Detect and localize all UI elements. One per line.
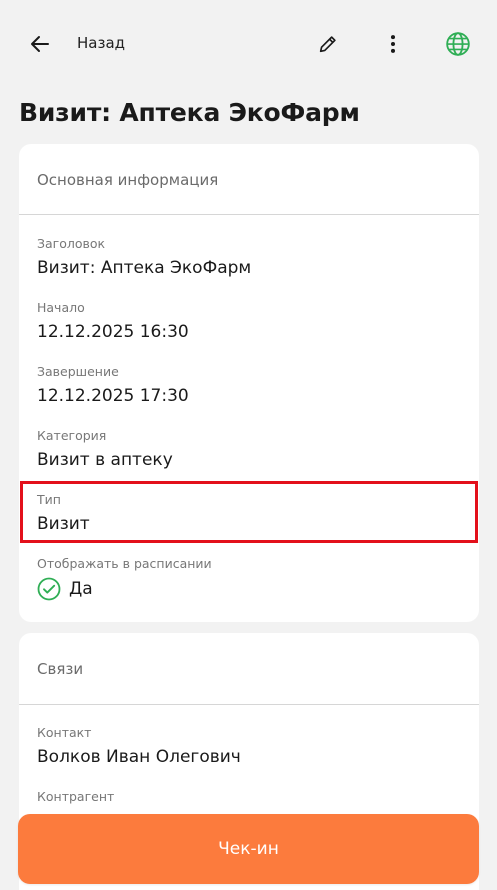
contact-field-label: Контакт <box>37 725 92 740</box>
category-field-label: Категория <box>37 428 107 443</box>
title-field-value: Визит: Аптека ЭкоФарм <box>37 258 252 278</box>
check-circle-icon <box>37 577 61 601</box>
back-label[interactable]: Назад <box>77 34 125 52</box>
type-field-value: Визит <box>37 514 90 534</box>
more-vertical-icon <box>390 35 396 53</box>
globe-button[interactable] <box>440 26 476 62</box>
main-info-card: Основная информация Заголовок Визит: Апт… <box>19 144 479 622</box>
main-info-header: Основная информация <box>37 171 219 189</box>
page-title: Визит: Аптека ЭкоФарм <box>19 98 360 127</box>
contact-field-value[interactable]: Волков Иван Олегович <box>37 747 241 767</box>
title-field-label: Заголовок <box>37 236 106 251</box>
pencil-icon <box>319 36 336 53</box>
schedule-field-label: Отображать в расписании <box>37 556 212 571</box>
more-options-button[interactable] <box>375 26 411 62</box>
counterparty-field-label: Контрагент <box>37 789 115 804</box>
globe-icon <box>446 32 470 56</box>
schedule-field-value: Да <box>69 579 93 599</box>
checkin-button[interactable]: Чек-ин <box>18 814 479 884</box>
schedule-field-value-row: Да <box>37 577 93 601</box>
start-field-label: Начало <box>37 300 85 315</box>
category-field-value: Визит в аптеку <box>37 450 173 470</box>
divider <box>19 214 479 215</box>
back-button[interactable] <box>22 26 58 62</box>
end-field-value: 12.12.2025 17:30 <box>37 386 189 406</box>
app-bar: Назад <box>0 0 497 88</box>
links-header: Связи <box>37 660 84 678</box>
type-field-label: Тип <box>37 492 61 507</box>
divider <box>19 704 479 705</box>
start-field-value: 12.12.2025 16:30 <box>37 322 189 342</box>
arrow-left-icon <box>31 36 49 52</box>
end-field-label: Завершение <box>37 364 119 379</box>
edit-button[interactable] <box>310 26 346 62</box>
